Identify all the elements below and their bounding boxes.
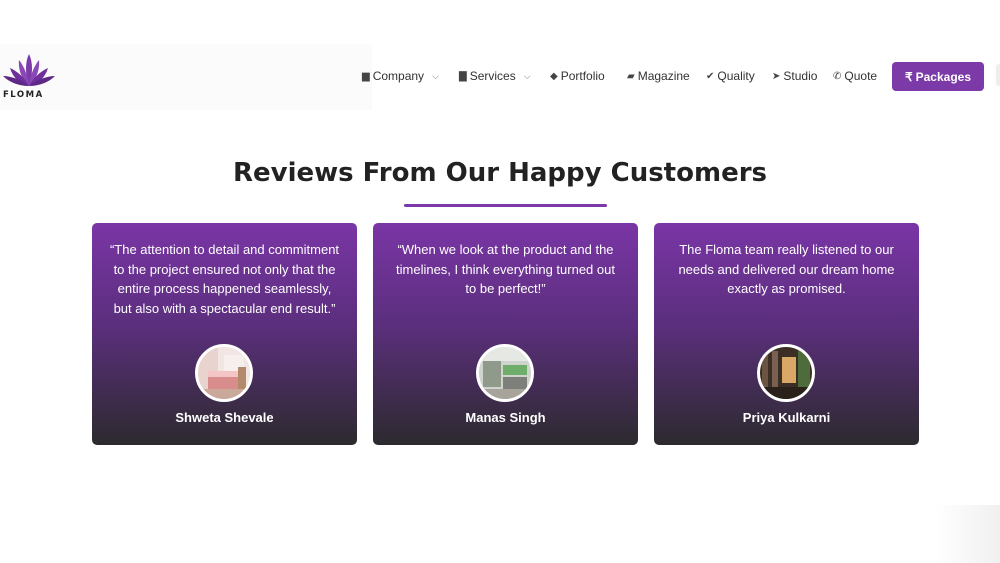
chevron-down-icon: ⌵ xyxy=(523,70,531,81)
brand-name: FLOMA xyxy=(3,90,44,100)
lotus-icon xyxy=(3,54,55,86)
review-quote: “The attention to detail and commitment … xyxy=(109,242,340,316)
nav-quality-label: Quality xyxy=(717,69,755,83)
location-arrow-icon: ➤ xyxy=(772,70,781,82)
phone-icon: ✆ xyxy=(833,70,842,82)
nav-quote[interactable]: ✆ Quote xyxy=(833,66,877,86)
reviewer-name: Manas Singh xyxy=(465,410,546,425)
review-card: “When we look at the product and the tim… xyxy=(373,223,638,445)
tags-icon: ◆ xyxy=(550,70,558,82)
nav-magazine[interactable]: ▰ Magazine xyxy=(627,66,690,86)
reviewer-name: Shweta Shevale xyxy=(175,410,274,425)
reviewer-name: Priya Kulkarni xyxy=(742,410,831,425)
corner-shade xyxy=(935,505,1000,563)
rupee-icon: ₹ xyxy=(904,69,913,84)
scroll-edge xyxy=(996,64,1000,86)
title-underline xyxy=(404,204,607,207)
review-card: The Floma team really listened to our ne… xyxy=(654,223,919,445)
section-title: Reviews From Our Happy Customers xyxy=(232,158,767,188)
review-card: “The attention to detail and commitment … xyxy=(92,223,357,445)
check-icon: ✔ xyxy=(706,70,715,82)
avatar xyxy=(757,344,815,402)
nav-quote-label: Quote xyxy=(844,69,878,83)
nav-company[interactable]: ▆ Company ⌵ xyxy=(362,66,439,86)
book-icon: ▰ xyxy=(627,70,635,82)
nav-portfolio[interactable]: ◆ Portfolio xyxy=(550,66,605,86)
nav-portfolio-label: Portfolio xyxy=(560,69,605,83)
building-icon: ▆ xyxy=(362,70,370,82)
nav-magazine-label: Magazine xyxy=(637,69,690,83)
chevron-down-icon: ⌵ xyxy=(432,70,439,81)
packages-button[interactable]: ₹ Packages xyxy=(892,62,984,91)
avatar xyxy=(476,344,534,402)
nav-quality[interactable]: ✔ Quality xyxy=(706,66,755,86)
nav-studio-label: Studio xyxy=(783,69,818,83)
nav-services[interactable]: ▇ Services ⌵ xyxy=(459,66,531,86)
review-quote: “When we look at the product and the tim… xyxy=(396,242,615,296)
nav-services-label: Services xyxy=(469,69,516,83)
brand-logo[interactable]: FLOMA xyxy=(0,52,60,102)
nav-studio[interactable]: ➤ Studio xyxy=(772,66,817,86)
review-quote: The Floma team really listened to our ne… xyxy=(678,242,895,296)
briefcase-icon: ▇ xyxy=(459,70,467,82)
packages-label: Packages xyxy=(915,69,972,84)
avatar xyxy=(195,344,253,402)
nav-company-label: Company xyxy=(372,69,425,83)
